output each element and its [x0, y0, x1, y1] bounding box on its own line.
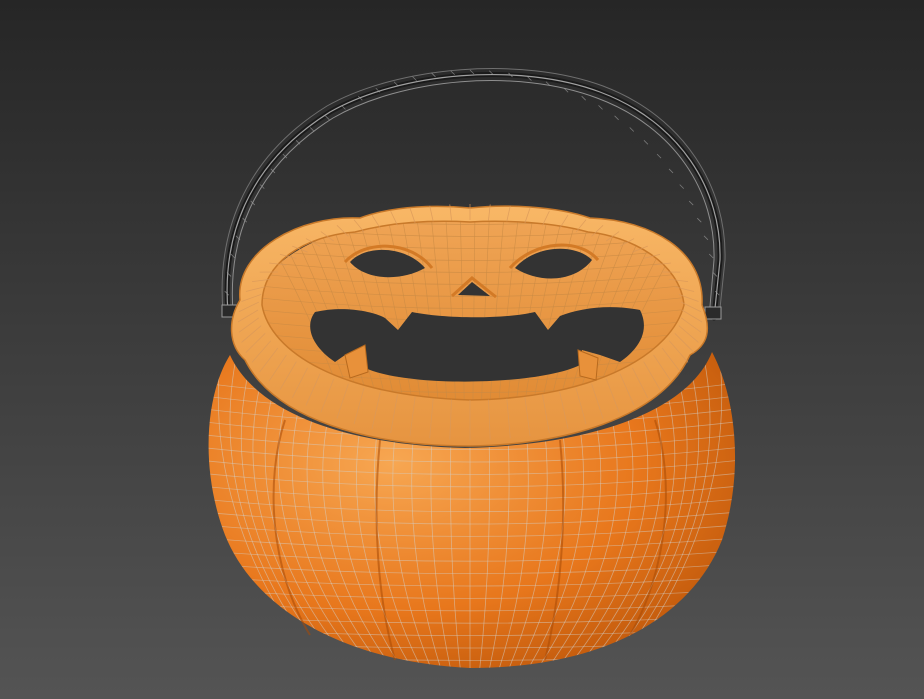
3d-viewport[interactable]: [0, 0, 924, 699]
viewport-canvas[interactable]: [0, 0, 924, 699]
